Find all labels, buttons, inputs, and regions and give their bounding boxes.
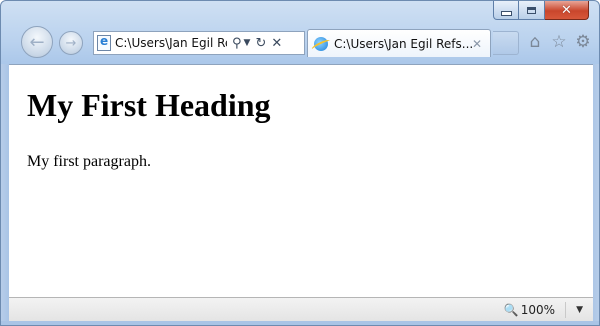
zoom-divider bbox=[565, 302, 567, 318]
maximize-icon bbox=[527, 6, 536, 14]
caption-buttons: ✕ bbox=[493, 1, 589, 21]
page-heading: My First Heading bbox=[27, 87, 271, 123]
close-icon: ✕ bbox=[561, 2, 572, 18]
minimize-icon bbox=[500, 10, 512, 16]
zoom-control[interactable]: 🔍 100% ▼ bbox=[504, 301, 583, 319]
search-icon[interactable]: ⚲ bbox=[232, 37, 242, 50]
home-icon[interactable]: ⌂ bbox=[525, 31, 545, 53]
tab-close-icon[interactable]: ✕ bbox=[472, 37, 482, 51]
status-bar: 🔍 100% ▼ bbox=[9, 297, 593, 321]
page-icon bbox=[97, 34, 111, 51]
chevron-down-icon[interactable]: ▼ bbox=[244, 38, 251, 48]
page-paragraph: My first paragraph. bbox=[27, 153, 151, 170]
tab-title: C:\Users\Jan Egil Refs... bbox=[334, 36, 472, 51]
close-window-button[interactable]: ✕ bbox=[545, 1, 589, 20]
maximize-button[interactable] bbox=[519, 1, 545, 20]
ie-logo-icon bbox=[314, 36, 328, 51]
back-arrow-icon: ← bbox=[29, 31, 45, 53]
address-bar[interactable]: C:\Users\Jan Egil Re ⚲ ▼ ↻ ✕ bbox=[93, 31, 305, 55]
chevron-down-icon[interactable]: ▼ bbox=[576, 305, 583, 315]
forward-button[interactable]: → bbox=[59, 31, 83, 55]
address-input[interactable]: C:\Users\Jan Egil Re bbox=[115, 36, 227, 50]
page-content: My First Heading My first paragraph. bbox=[9, 64, 593, 297]
minimize-button[interactable] bbox=[493, 1, 519, 20]
window-frame-left bbox=[1, 64, 9, 325]
gear-icon[interactable]: ⚙ bbox=[573, 31, 593, 53]
back-button[interactable]: ← bbox=[21, 26, 53, 58]
window-frame-bottom bbox=[1, 321, 599, 325]
new-tab-button[interactable] bbox=[493, 31, 519, 55]
favorites-star-icon[interactable]: ☆ bbox=[549, 31, 569, 53]
browser-tab[interactable]: C:\Users\Jan Egil Refs... ✕ bbox=[307, 29, 491, 57]
browser-window: ✕ ← → C:\Users\Jan Egil Re ⚲ ▼ ↻ ✕ C:\Us… bbox=[0, 0, 600, 326]
refresh-icon[interactable]: ↻ bbox=[255, 37, 266, 50]
forward-arrow-icon: → bbox=[65, 35, 77, 51]
zoom-level: 100% bbox=[520, 303, 556, 317]
navigation-bar: ← → C:\Users\Jan Egil Re ⚲ ▼ ↻ ✕ C:\User… bbox=[1, 23, 599, 63]
zoom-icon: 🔍 bbox=[503, 303, 519, 317]
stop-icon[interactable]: ✕ bbox=[271, 37, 282, 50]
